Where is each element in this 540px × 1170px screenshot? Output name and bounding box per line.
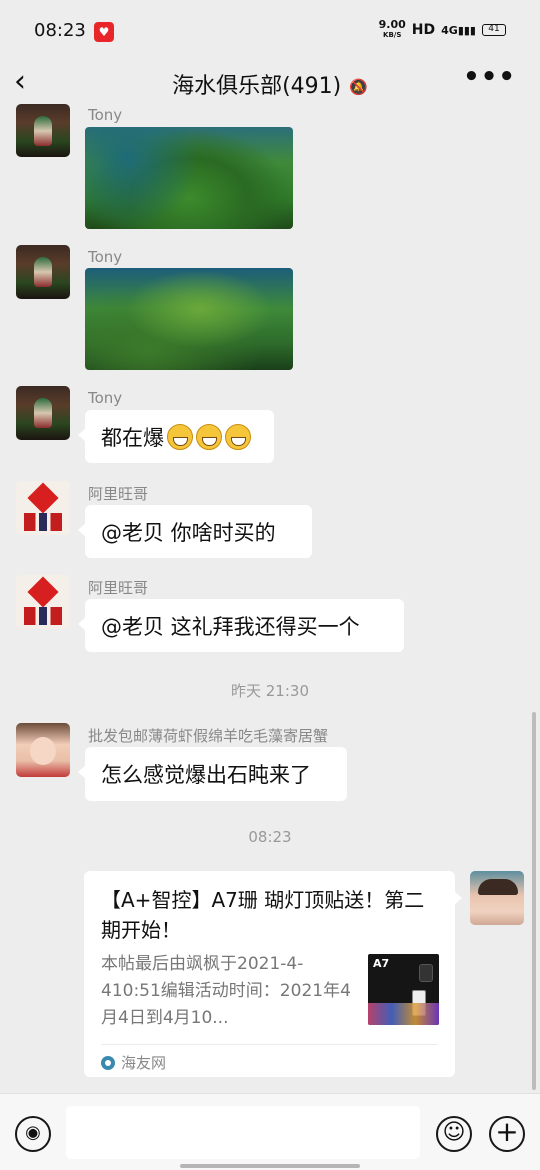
app-notification-icon: ♥ [94, 22, 114, 42]
avatar[interactable] [16, 481, 70, 535]
network-speed-unit: KB/S [383, 31, 402, 39]
sender-name: Tony [88, 106, 123, 124]
sender-name: 阿里旺哥 [88, 579, 149, 597]
network-speed: 9.00 KB/S [379, 19, 406, 40]
time-divider: 08:23 [248, 828, 292, 846]
bell-muted-icon: 🔕 [349, 78, 368, 96]
avatar[interactable] [16, 723, 70, 777]
source-name: 海友网 [121, 1054, 167, 1072]
message-text: 怎么感觉爆出石盹来了 [101, 763, 311, 787]
sender-name: 阿里旺哥 [88, 485, 149, 503]
card-divider [101, 1044, 438, 1045]
self-avatar[interactable] [470, 871, 524, 925]
text-bubble[interactable]: 怎么感觉爆出石盹来了 [78, 747, 347, 801]
more-icon: ••• [463, 62, 516, 92]
image-message[interactable] [85, 127, 293, 229]
time-divider: 昨天 21:30 [231, 682, 309, 700]
image-message[interactable] [85, 268, 293, 370]
voice-icon[interactable]: ◉ [15, 1116, 51, 1152]
chat-header: ‹ 海水俱乐部(491) 🔕 ••• [0, 52, 540, 112]
signal-label: 4G [441, 23, 458, 37]
reef-image [368, 1003, 439, 1025]
avatar[interactable] [16, 104, 70, 157]
link-card-title: 【A+智控】A7珊 瑚灯顶贴送！第二期开始！ [101, 888, 425, 942]
battery-icon: 41 [482, 24, 506, 36]
message-text: @老贝 这礼拜我还得买一个 [101, 614, 360, 639]
source-logo-icon [101, 1055, 115, 1070]
device-image [419, 964, 433, 982]
message-input[interactable] [66, 1106, 420, 1159]
avatar[interactable] [16, 245, 70, 299]
group-name: 海水俱乐部(491) [172, 74, 342, 99]
signal-icon: 4G▮▮▮ [441, 23, 476, 37]
sender-name: Tony [88, 248, 123, 266]
plus-icon[interactable]: + [489, 1116, 525, 1152]
sender-name: Tony [88, 389, 123, 407]
link-card-source: 海友网 [101, 1052, 166, 1073]
avatar[interactable] [16, 575, 70, 629]
home-indicator [180, 1164, 360, 1168]
chat-title: 海水俱乐部(491) 🔕 [0, 68, 540, 100]
input-bar: ◉ ☺ + [0, 1093, 540, 1170]
status-indicators: 9.00 KB/S HD 4G▮▮▮ 41 [379, 19, 506, 40]
sender-name: 批发包邮薄荷虾假绵羊吃毛藻寄居蟹 [88, 727, 329, 745]
more-options-button[interactable]: ••• [463, 62, 516, 92]
message-text: 都在爆 [101, 425, 164, 450]
grin-emoji-icon [167, 423, 193, 450]
grin-emoji-icon [196, 423, 222, 450]
battery-level: 41 [488, 24, 500, 34]
link-card-description: 本帖最后由飒枫于2021-4-410:51编辑活动时间：2021年4月4日到4月… [101, 954, 351, 1028]
thumbnail-label: A7 [373, 957, 390, 970]
grin-emoji-icon [225, 423, 251, 450]
hd-indicator: HD [411, 22, 436, 38]
status-time: 08:23 [34, 20, 86, 41]
emoji-icon[interactable]: ☺ [436, 1116, 472, 1152]
link-card[interactable]: 【A+智控】A7珊 瑚灯顶贴送！第二期开始！ 本帖最后由飒枫于2021-4-41… [84, 871, 462, 1077]
scrollbar[interactable] [532, 712, 536, 1090]
avatar[interactable] [16, 386, 70, 440]
text-bubble[interactable]: 都在爆 [78, 410, 274, 463]
link-card-thumbnail: A7 [368, 954, 439, 1025]
text-bubble[interactable]: @老贝 这礼拜我还得买一个 [78, 599, 404, 652]
message-text: @老贝 你啥时买的 [101, 520, 276, 545]
text-bubble[interactable]: @老贝 你啥时买的 [78, 505, 312, 558]
